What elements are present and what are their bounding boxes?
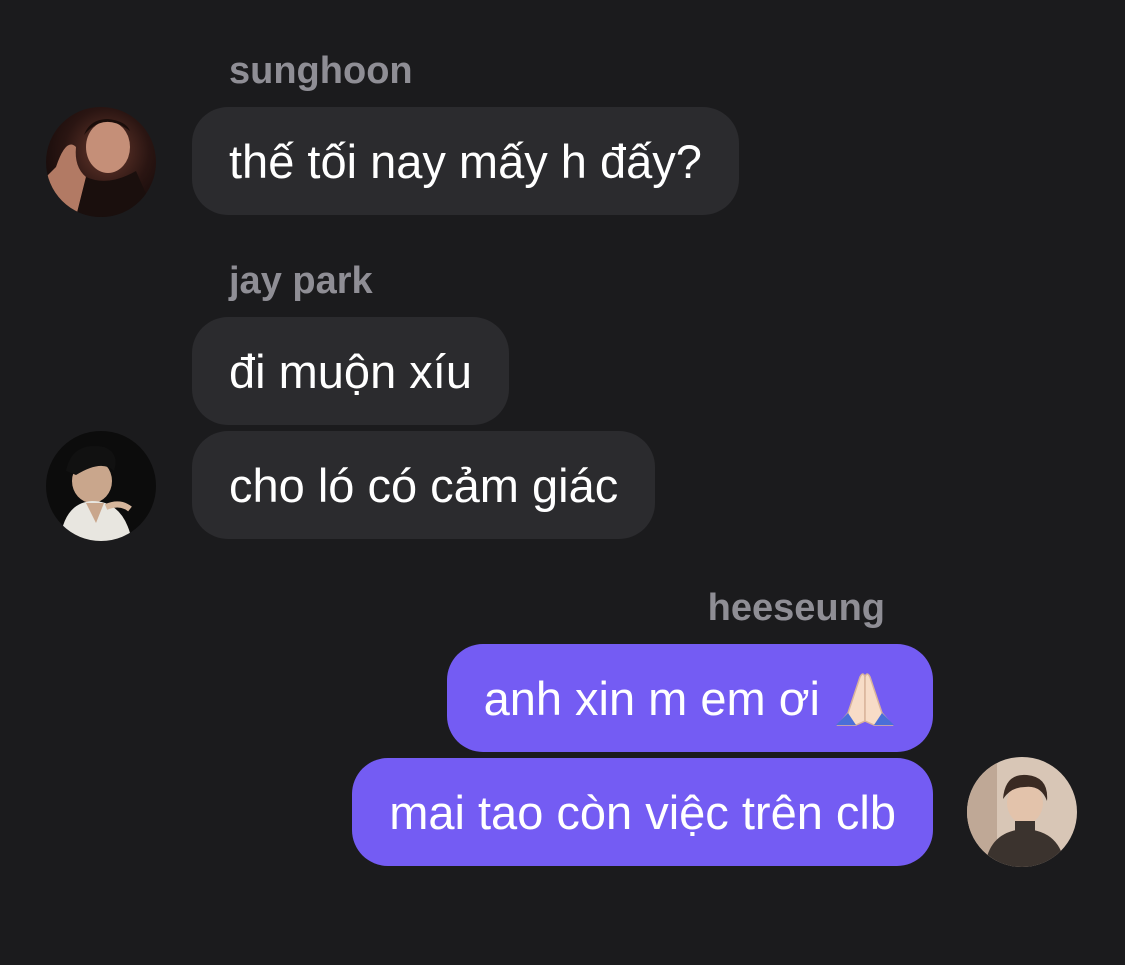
folded-hands-icon bbox=[834, 667, 896, 729]
message-text: thế tối nay mấy h đấy? bbox=[229, 134, 702, 188]
heeseung-avatar-photo bbox=[967, 757, 1077, 867]
jay-park-avatar-photo bbox=[46, 431, 156, 541]
message-bubble-incoming[interactable]: cho ló có cảm giác bbox=[192, 431, 656, 539]
message-bubble-incoming[interactable]: thế tối nay mấy h đấy? bbox=[192, 107, 739, 215]
message-text: cho ló có cảm giác bbox=[229, 458, 619, 512]
sender-name-sunghoon: sunghoon bbox=[229, 50, 413, 92]
sender-name-heeseung: heeseung bbox=[707, 587, 885, 629]
avatar-heeseung[interactable] bbox=[967, 757, 1077, 867]
message-text: đi muộn xíu bbox=[229, 344, 472, 398]
avatar-jay-park[interactable] bbox=[46, 431, 156, 541]
avatar-sunghoon[interactable] bbox=[46, 107, 156, 217]
message-bubble-incoming[interactable]: đi muộn xíu bbox=[192, 317, 509, 425]
message-text: anh xin m em ơi bbox=[483, 671, 820, 725]
message-text: mai tao còn việc trên clb bbox=[389, 785, 896, 839]
message-bubble-outgoing[interactable]: anh xin m em ơi bbox=[446, 644, 933, 752]
message-bubble-outgoing[interactable]: mai tao còn việc trên clb bbox=[352, 758, 933, 866]
sender-name-jay-park: jay park bbox=[229, 260, 373, 302]
sunghoon-avatar-photo bbox=[46, 107, 156, 217]
